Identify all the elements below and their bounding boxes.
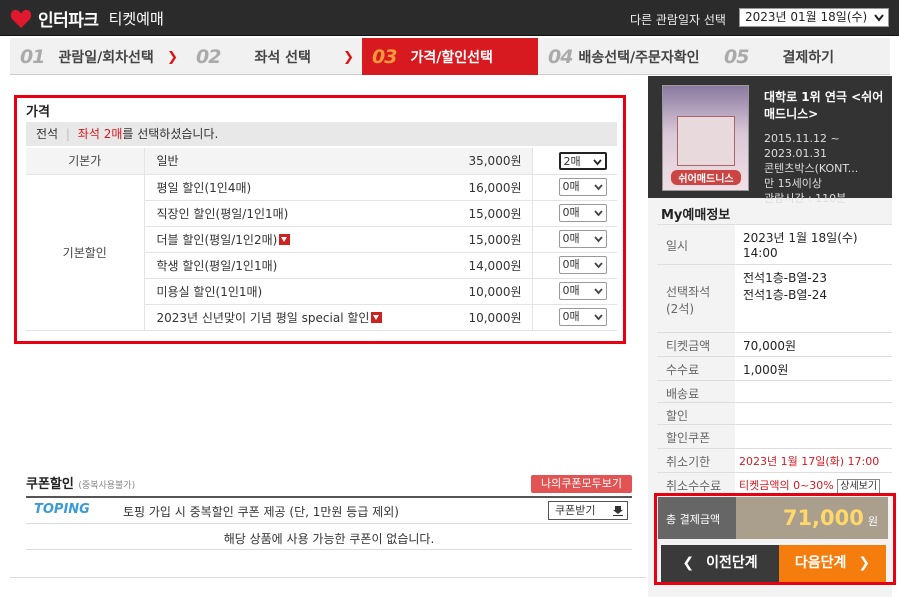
step-4: 04 배송선택/주문자확인 [538,38,714,75]
receive-coupon-button[interactable]: 쿠폰받기 [548,501,628,520]
step-label: 좌석 선택 [254,49,311,66]
table-row: 취소기한 2023년 1월 17일(화) 17:00 [657,448,892,473]
seat-value-line2: 전석1층-B열-24 [743,288,827,302]
discount-value [735,402,892,425]
coupon-description: 토핑 가입 시 중복할인 쿠폰 제공 (단, 1만원 등급 제외) [123,505,399,519]
step-label: 결제하기 [782,49,834,66]
step-number: 05 [724,45,749,68]
ticket-price-value: 70,000원 [735,332,892,357]
cancel-fee-value: 티켓금액의 0~30% 상세보기 [735,472,892,495]
seat-value: 전석1층-B열-23 전석1층-B열-24 [735,264,892,333]
date-value: 2023년 1월 18일(수) 14:00 [735,224,892,265]
top-bar: 인터파크 티켓예매 다른 관람일자 선택 2023년 01월 18일(수) [0,0,899,36]
date-value-line2: 14:00 [743,246,778,260]
step-label: 가격/할인선택 [410,49,493,66]
chevron-down-icon [874,14,884,22]
table-row: 배송료 [657,380,892,403]
venue: 콘텐츠박스(KONT... [764,162,859,175]
step-label: 배송선택/주문자확인 [578,49,700,66]
payment-highlight-box [654,493,896,585]
shipping-value [735,380,892,403]
cancel-fee-key: 취소수수료 [657,472,735,495]
shipping-key: 배송료 [657,380,735,403]
toping-logo: TOPING [34,502,90,517]
seat-key-line2: (2석) [666,302,695,316]
period-end: 2023.01.31 [764,147,827,160]
my-booking-table: 일시 2023년 1월 18일(수) 14:00 선택좌석 (2석) 전석1층-B열… [657,224,892,495]
step-2[interactable]: 02 좌석 선택 ❯ [186,38,362,75]
step-1[interactable]: 01 관람일/회차선택 ❯ [10,38,186,75]
step-number: 04 [548,45,573,68]
chevron-right-icon: ❯ [167,50,178,65]
detail-button[interactable]: 상세보기 [837,479,881,494]
divider [26,549,632,550]
date-value-line1: 2023년 1월 18일(수) [743,231,858,245]
coupon-title-text: 쿠폰할인 [26,477,74,492]
step-3: 03 가격/할인선택 [362,38,538,75]
date-key: 일시 [657,224,735,265]
table-row: 취소수수료 티켓금액의 0~30% 상세보기 [657,472,892,495]
table-row: 수수료 1,000원 [657,356,892,381]
performance-title: 대학로 1위 연극 <쉬어매드니스> [764,90,884,121]
logo-text: 인터파크 [38,11,99,31]
step-5: 05 결제하기 [714,38,890,75]
receive-coupon-label: 쿠폰받기 [555,504,596,517]
date-select-label: 다른 관람일자 선택 [630,13,726,27]
step-number: 02 [196,45,221,68]
seat-key: 선택좌석 (2석) [657,264,735,333]
table-row: 할인 [657,402,892,425]
seat-value-line1: 전석1층-B열-23 [743,271,827,285]
logo-subtitle: 티켓예매 [108,10,164,28]
date-select-value: 2023년 01월 18일(수) [745,10,868,24]
logo[interactable]: 인터파크 티켓예매 [10,6,164,31]
divider [26,496,632,498]
step-label: 관람일/회차선택 [58,49,154,66]
coupon-note: (중복사용불가) [78,481,136,491]
fee-key: 수수료 [657,356,735,381]
divider [10,577,646,578]
date-select[interactable]: 2023년 01월 18일(수) [739,8,889,27]
heart-logo-icon [10,9,32,29]
cancel-deadline-key: 취소기한 [657,448,735,473]
table-row: 선택좌석 (2석) 전석1층-B열-23 전석1층-B열-24 [657,264,892,333]
coupon-value [735,424,892,449]
poster-building [677,116,735,166]
coupon-key: 할인쿠폰 [657,424,735,449]
step-number: 01 [20,45,45,68]
discount-key: 할인 [657,402,735,425]
step-navigation: 01 관람일/회차선택 ❯ 02 좌석 선택 ❯ 03 가격/할인선택 04 배… [10,38,890,75]
step-number: 03 [372,45,397,68]
period-start: 2015.11.12 ~ [764,132,840,145]
price-highlight-box [14,95,626,344]
download-icon [613,506,623,516]
ticket-price-key: 티켓금액 [657,332,735,357]
runtime: 관람시간 : 110분 [764,192,847,205]
cancel-deadline-value: 2023년 1월 17일(화) 17:00 [735,448,892,473]
poster-image: 쉬어매드니스 [662,85,749,191]
poster-title: 쉬어매드니스 [671,170,741,185]
no-coupon-message: 해당 상품에 사용 가능한 쿠폰이 없습니다. [223,532,435,546]
age-limit: 만 15세이상 [764,177,822,190]
chevron-right-icon: ❯ [343,50,354,65]
cancel-fee-text: 티켓금액의 0~30% [739,479,834,492]
seat-key-line1: 선택좌석 [666,285,711,299]
performance-info: 2015.11.12 ~ 2023.01.31 콘텐츠박스(KONT... 만 … [764,131,858,206]
fee-value: 1,000원 [735,356,892,381]
divider [26,523,632,524]
table-row: 할인쿠폰 [657,424,892,449]
table-row: 일시 2023년 1월 18일(수) 14:00 [657,224,892,265]
coupon-section-title: 쿠폰할인 (중복사용불가) [26,473,135,492]
my-coupons-button[interactable]: 나의쿠폰모두보기 [531,475,632,493]
table-row: 티켓금액 70,000원 [657,332,892,357]
my-booking-title: My예매정보 [661,208,731,223]
